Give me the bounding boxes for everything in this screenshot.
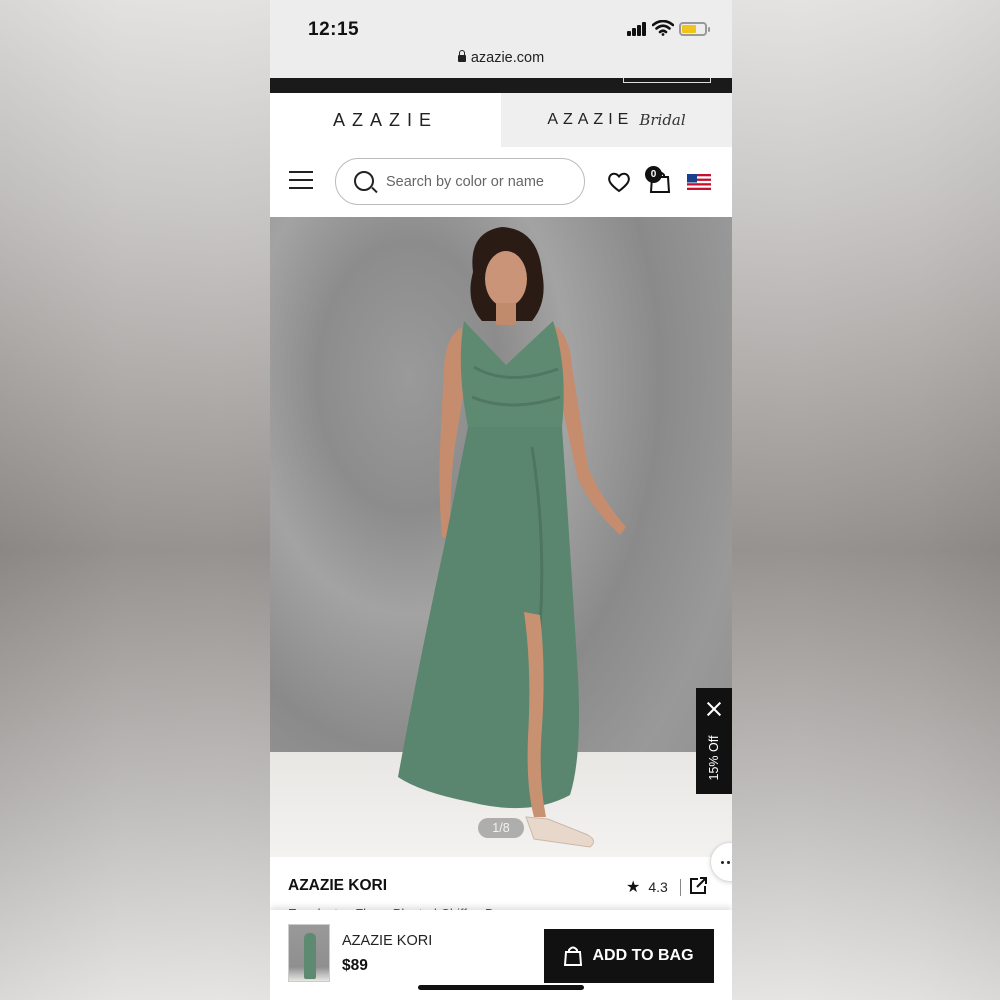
product-title: AZAZIE KORI xyxy=(288,877,388,894)
wishlist-heart-icon[interactable] xyxy=(607,171,631,193)
tab-azazie[interactable]: AZAZIE xyxy=(270,93,501,147)
search-icon xyxy=(354,171,374,191)
home-indicator[interactable] xyxy=(418,985,584,990)
cellular-signal-icon xyxy=(627,22,647,36)
product-rating[interactable]: ★ 4.3 xyxy=(626,877,681,897)
wifi-icon xyxy=(652,20,674,36)
bag-icon xyxy=(564,946,583,966)
tab-azazie-label: AZAZIE xyxy=(332,109,438,130)
header-search-row: 0 xyxy=(270,147,732,217)
model-neck xyxy=(496,303,516,325)
blurred-backdrop-right xyxy=(730,0,1000,1000)
product-info: AZAZIE KORI ★ 4.3 Eucalyptus Flowy Pleat… xyxy=(270,857,732,917)
search-input[interactable] xyxy=(386,169,576,195)
lock-icon xyxy=(457,50,466,62)
product-thumbnail xyxy=(288,924,330,982)
promo-label: 15% Off xyxy=(707,735,721,781)
model-shoe xyxy=(525,816,594,848)
menu-icon[interactable] xyxy=(289,170,313,190)
product-photo xyxy=(398,227,626,848)
promo-strip xyxy=(270,78,732,93)
battery-icon xyxy=(679,22,710,36)
discount-promo-tab[interactable]: 15% Off xyxy=(696,688,732,794)
image-counter: 1/8 xyxy=(478,818,524,838)
product-image-gallery[interactable]: 1/8 15% Off xyxy=(270,217,732,857)
divider xyxy=(679,878,681,896)
dress-bodice xyxy=(460,321,564,427)
rating-value: 4.3 xyxy=(648,879,668,895)
address-bar[interactable]: azazie.com xyxy=(270,50,732,66)
shopping-bag-icon[interactable]: 0 xyxy=(645,166,672,194)
model-face xyxy=(485,251,527,307)
status-time: 12:15 xyxy=(308,19,360,40)
tab-azazie-bridal[interactable]: AZAZIE Bridal xyxy=(501,93,732,147)
share-icon[interactable] xyxy=(689,877,707,895)
tab-bridal-label: AZAZIE xyxy=(547,111,634,128)
phone-screen: 12:15 azazie.com AZAZIE AZAZIE Bridal Se… xyxy=(270,0,732,1000)
blurred-backdrop-left xyxy=(0,0,270,1000)
url-text: azazie.com xyxy=(470,50,545,66)
cart-count-badge: 0 xyxy=(645,166,662,183)
star-icon: ★ xyxy=(626,879,641,896)
tab-bridal-script: Bridal xyxy=(639,111,686,129)
us-flag-icon[interactable] xyxy=(687,174,711,190)
brand-tabs: AZAZIE AZAZIE Bridal xyxy=(270,93,732,147)
search-bar[interactable] xyxy=(335,158,585,205)
add-to-bag-label: ADD TO BAG xyxy=(592,947,694,964)
dress-skirt xyxy=(398,427,579,809)
sticky-product-name: AZAZIE KORI xyxy=(342,933,433,949)
status-bar: 12:15 azazie.com xyxy=(270,0,732,78)
sticky-product-price: $89 xyxy=(342,957,368,974)
close-icon[interactable] xyxy=(705,700,723,718)
add-to-bag-button[interactable]: ADD TO BAG xyxy=(544,929,714,983)
